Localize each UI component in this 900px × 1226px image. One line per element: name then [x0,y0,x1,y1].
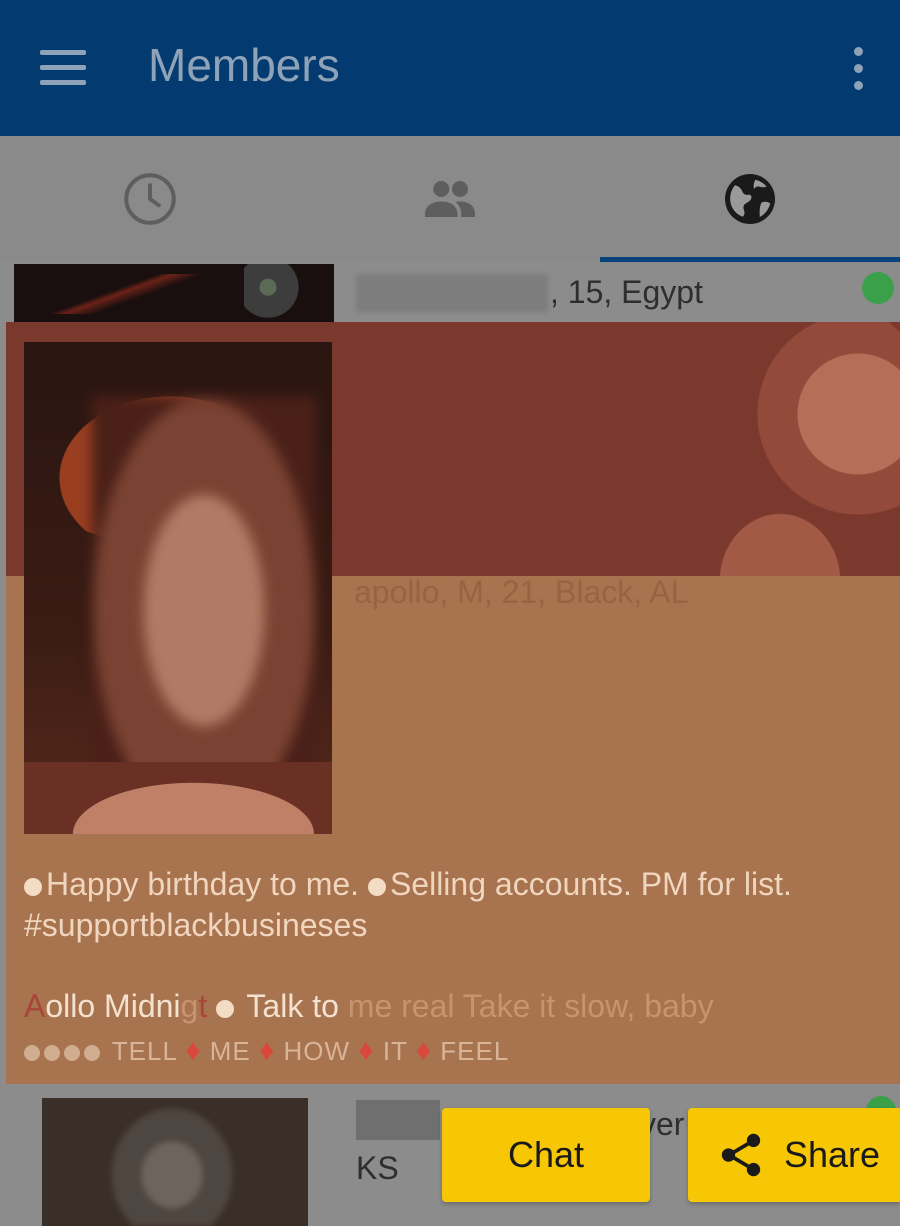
tab-friends[interactable] [300,136,600,262]
tab-bar [0,136,900,262]
online-status-icon [862,272,894,304]
dot-icon [367,877,386,896]
diamond-icon: ♦ [358,1034,375,1067]
profile-avatar[interactable] [24,342,332,834]
diamond-icon: ♦ [258,1034,276,1067]
people-icon [425,181,475,217]
share-icon [721,1133,761,1177]
hamburger-menu-icon[interactable] [30,34,96,100]
diamond-icon: ♦ [185,1034,202,1067]
dot-icon [84,1045,100,1062]
globe-icon [725,174,775,224]
profile-bio-line: Aollo Midnigt Talk to me real Take it sl… [24,988,714,1024]
profile-subtitle: apollo, M, 21, Black, AL [354,574,689,610]
overflow-menu-icon[interactable] [834,36,882,100]
clock-icon [124,173,176,225]
chat-button-label: Chat [507,1134,585,1175]
dot-icon [64,1045,80,1062]
profile-bio-caps: TELL ♦ ME ♦ HOW ♦ IT ♦ FEEL [24,1034,509,1068]
share-button[interactable]: Share [688,1108,900,1202]
dot-icon [24,1045,40,1062]
tab-global[interactable] [600,136,900,262]
app-bar: Members [0,0,900,136]
list-item[interactable]: , 15, Egypt [0,262,900,322]
member-location: KS [356,1150,399,1186]
profile-popup-card: apollo, M, 21, Black, AL Happy birthday … [6,322,900,1084]
dot-icon [216,999,235,1018]
redacted-name [356,1100,440,1140]
chat-button[interactable]: Chat [442,1108,650,1202]
tab-recent[interactable] [0,136,300,262]
dot-icon [44,1045,60,1062]
profile-bio: Happy birthday to me. Selling accounts. … [24,866,792,943]
member-details: , 15, Egypt [550,274,703,310]
member-thumbnail [42,1098,308,1226]
redacted-name [356,274,548,312]
page-title: Members [148,39,340,91]
share-button-label: Share [784,1134,881,1175]
member-thumbnail [14,264,334,322]
dot-icon [24,877,42,896]
diamond-icon: ♦ [415,1034,433,1067]
